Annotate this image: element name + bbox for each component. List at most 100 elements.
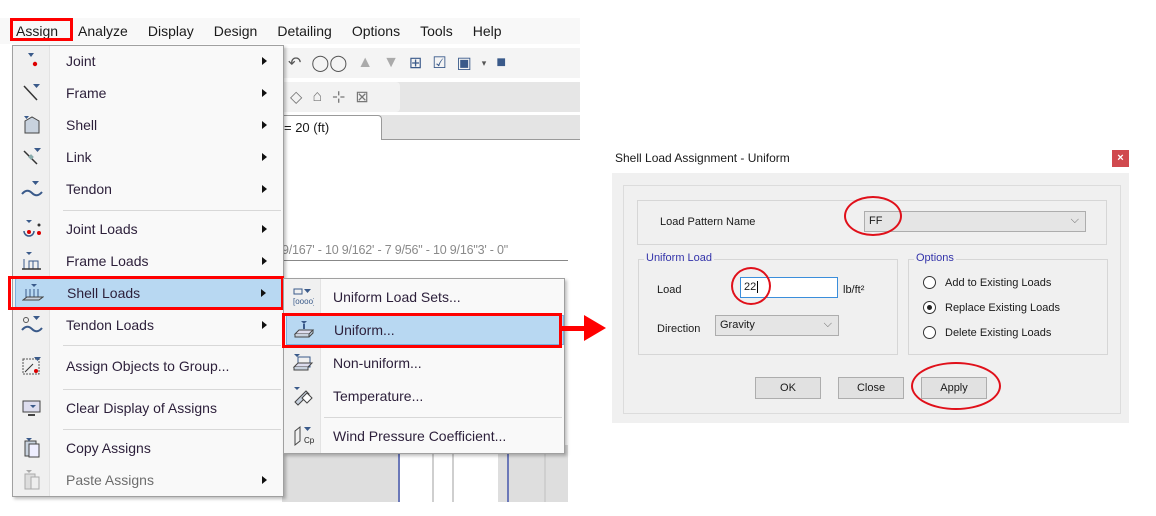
svg-text:[oooo]: [oooo]	[293, 297, 314, 306]
apply-annotation-circle	[911, 362, 1001, 410]
menu-help[interactable]: Help	[463, 18, 512, 44]
menu-item-label: Paste Assigns	[66, 472, 154, 488]
replace-existing-radio[interactable]: Replace Existing Loads	[923, 301, 1060, 314]
view-tab-strip: = 20 (ft)	[282, 115, 580, 141]
menu-item-label: Tendon	[66, 181, 112, 197]
radio-button[interactable]	[923, 326, 936, 339]
annotation-arrow-icon	[584, 315, 606, 341]
menu-item-label: Tendon Loads	[66, 317, 154, 333]
ok-button[interactable]: OK	[755, 377, 821, 399]
menu-item-tendon-loads[interactable]: Tendon Loads	[15, 310, 283, 340]
dropdown-icon[interactable]: ▾	[482, 58, 487, 69]
non-uniform-load-icon	[286, 348, 319, 378]
checkbox-icon[interactable]: ☑	[432, 53, 446, 73]
menu-item-label: Link	[66, 149, 92, 165]
shape-icon[interactable]: ◇	[290, 87, 302, 107]
shell-loads-submenu: [oooo] Uniform Load Sets... Uniform... N…	[283, 278, 565, 454]
tendon-loads-icon	[15, 310, 48, 340]
radio-label: Delete Existing Loads	[945, 326, 1052, 339]
down-arrow-icon[interactable]: ▼	[383, 54, 399, 72]
load-label: Load	[657, 284, 682, 296]
select-icon[interactable]: ⊞	[409, 53, 422, 73]
direction-select[interactable]: Gravity ⌵	[715, 315, 839, 336]
dimension-line	[282, 260, 568, 261]
group-icon	[15, 351, 48, 381]
menu-item-label: Joint	[66, 53, 96, 69]
dialog-title: Shell Load Assignment - Uniform	[615, 151, 790, 165]
cube-icon[interactable]: ■	[496, 54, 506, 72]
menu-item-label: Copy Assigns	[66, 440, 151, 456]
load-pattern-annotation-circle	[844, 196, 902, 236]
menu-detailing[interactable]: Detailing	[267, 18, 341, 44]
up-arrow-icon[interactable]: ▲	[357, 54, 373, 72]
menu-item-frame[interactable]: Frame	[15, 78, 283, 108]
menu-display[interactable]: Display	[138, 18, 204, 44]
menu-separator	[63, 389, 281, 390]
submenu-item-label: Temperature...	[333, 388, 424, 404]
assign-menu: Joint Frame Shell Link Tendon Joint Load…	[12, 45, 284, 497]
menu-item-copy-assigns[interactable]: Copy Assigns	[15, 433, 283, 463]
submenu-arrow-icon	[262, 185, 267, 193]
submenu-arrow-icon	[262, 89, 267, 97]
radio-label: Add to Existing Loads	[945, 276, 1052, 289]
menu-options[interactable]: Options	[342, 18, 410, 44]
menu-item-assign-objects-to-group[interactable]: Assign Objects to Group...	[15, 351, 283, 381]
submenu-item-uniform-load-sets[interactable]: [oooo] Uniform Load Sets...	[286, 282, 564, 312]
annotation-arrow-shaft	[560, 326, 586, 331]
shell-icon	[15, 110, 48, 140]
chevron-down-icon: ⌵	[1070, 214, 1079, 226]
frame-icon	[15, 78, 48, 108]
view-tab[interactable]: = 20 (ft)	[282, 115, 382, 141]
menu-item-tendon[interactable]: Tendon	[15, 174, 283, 204]
svg-text:Cp: Cp	[304, 436, 314, 445]
submenu-arrow-icon	[262, 225, 267, 233]
menu-item-frame-loads[interactable]: Frame Loads	[15, 246, 283, 276]
menu-item-paste-assigns[interactable]: Paste Assigns	[15, 465, 283, 495]
add-to-existing-radio[interactable]: Add to Existing Loads	[923, 276, 1051, 289]
submenu-separator	[324, 417, 562, 418]
grid-icon[interactable]: ⊠	[355, 87, 368, 107]
submenu-item-temperature[interactable]: Temperature...	[286, 381, 564, 411]
direction-value: Gravity	[720, 319, 755, 331]
submenu-item-non-uniform[interactable]: Non-uniform...	[286, 348, 564, 378]
assign-highlight-box	[10, 18, 73, 41]
paste-icon	[15, 465, 48, 495]
menu-item-joint-loads[interactable]: Joint Loads	[15, 214, 283, 244]
chevron-down-icon: ⌵	[823, 318, 832, 330]
menu-analyze[interactable]: Analyze	[68, 18, 138, 44]
radio-button[interactable]	[923, 276, 936, 289]
undo-icon[interactable]: ↶	[288, 53, 301, 73]
glasses-icon[interactable]: ◯◯	[311, 53, 347, 73]
options-legend: Options	[914, 252, 956, 264]
load-unit: lb/ft²	[843, 284, 865, 296]
submenu-item-wind-pressure-coefficient[interactable]: Cp Wind Pressure Coefficient...	[286, 421, 564, 451]
submenu-arrow-icon	[262, 321, 267, 329]
joint-icon	[15, 46, 48, 76]
split-icon[interactable]: ⊹	[332, 87, 345, 107]
polygon-icon[interactable]: ⌂	[312, 88, 322, 106]
toolbar-row-1: ↶ ◯◯ ▲ ▼ ⊞ ☑ ▣ ▾ ■	[282, 48, 580, 78]
temperature-icon	[286, 381, 319, 411]
menu-design[interactable]: Design	[204, 18, 268, 44]
radio-button-selected[interactable]	[923, 301, 936, 314]
view-tab-label: = 20 (ft)	[284, 120, 330, 135]
menu-separator	[63, 345, 281, 346]
box-icon[interactable]: ▣	[457, 53, 472, 73]
delete-existing-radio[interactable]: Delete Existing Loads	[923, 326, 1051, 339]
submenu-arrow-icon	[262, 57, 267, 65]
frame-loads-icon	[15, 246, 48, 276]
submenu-arrow-icon	[262, 121, 267, 129]
uniform-load-group: Uniform Load Load 22 lb/ft² Direction Gr…	[638, 252, 898, 355]
menu-item-label: Frame	[66, 85, 107, 101]
menu-item-label: Assign Objects to Group...	[66, 358, 230, 374]
menu-item-link[interactable]: Link	[15, 142, 283, 172]
close-icon[interactable]: ×	[1112, 150, 1129, 167]
menu-tools[interactable]: Tools	[410, 18, 463, 44]
submenu-arrow-icon	[262, 153, 267, 161]
menu-item-clear-display-of-assigns[interactable]: Clear Display of Assigns	[15, 393, 283, 423]
menu-item-joint[interactable]: Joint	[15, 46, 283, 76]
menu-item-shell[interactable]: Shell	[15, 110, 283, 140]
menu-item-label: Frame Loads	[66, 253, 149, 269]
menu-bar: Assign Analyze Display Design Detailing …	[0, 18, 580, 44]
close-button[interactable]: Close	[838, 377, 904, 399]
